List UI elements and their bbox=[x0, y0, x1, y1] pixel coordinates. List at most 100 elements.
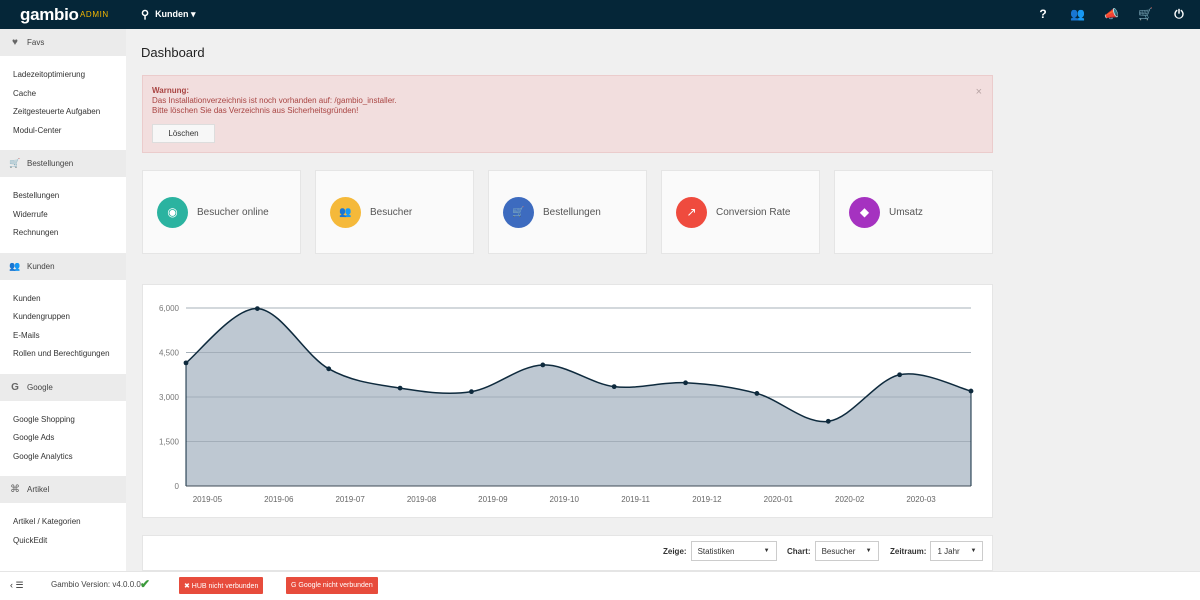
cart-icon: 🛒 bbox=[503, 196, 534, 228]
data-point bbox=[825, 418, 831, 424]
sidebar-item-modul-center[interactable]: Modul-Center bbox=[13, 122, 126, 141]
heart-icon: ♥ bbox=[12, 37, 18, 48]
google-icon: G bbox=[11, 381, 19, 393]
users-icon: 👥 bbox=[9, 260, 21, 271]
x-tick-label: 2019-11 bbox=[621, 495, 650, 504]
data-point bbox=[540, 362, 546, 368]
sidebar-list-artikel: Artikel / Kategorien QuickEdit bbox=[0, 503, 126, 560]
sidebar-item-quickedit[interactable]: QuickEdit bbox=[13, 532, 126, 551]
data-point bbox=[183, 360, 189, 366]
sidebar-toggle-icon[interactable]: ‹ ☰ bbox=[10, 580, 24, 591]
sidebar-item-kunden[interactable]: Kunden bbox=[13, 290, 126, 309]
gambio-version: Gambio Version: v4.0.0.0 bbox=[51, 580, 141, 589]
sidebar-section-artikel[interactable]: ⌘ Artikel bbox=[0, 476, 126, 503]
sidebar-item-google-shopping[interactable]: Google Shopping bbox=[13, 411, 126, 430]
zeitraum-value: 1 Jahr bbox=[937, 546, 960, 556]
alert-heading: Warnung: bbox=[152, 86, 190, 95]
zeitraum-label: Zeitraum: bbox=[890, 546, 927, 556]
sidebar-section-title: Google bbox=[27, 382, 53, 392]
chart-label: Chart: bbox=[787, 546, 811, 556]
zeige-label: Zeige: bbox=[663, 546, 687, 556]
sidebar-item-artikel-kategorien[interactable]: Artikel / Kategorien bbox=[13, 513, 126, 532]
sidebar-list-bestellungen: Bestellungen Widerrufe Rechnungen bbox=[0, 177, 126, 253]
data-point bbox=[968, 388, 974, 394]
sitemap-icon: ⌘ bbox=[10, 484, 20, 495]
stat-label: Conversion Rate bbox=[716, 206, 791, 218]
sidebar-list-favs: Ladezeitoptimierung Cache Zeitgesteuerte… bbox=[0, 56, 126, 150]
y-tick-label: 4,500 bbox=[159, 349, 180, 358]
search-scope-selector[interactable]: ⚲ Kunden ▾ bbox=[141, 8, 196, 21]
diamond-icon: ◆ bbox=[849, 196, 880, 228]
power-icon[interactable]: ⏻ bbox=[1172, 6, 1186, 22]
visitors-chart: 0 1,500 3,000 4,500 6,000 2019-05 2019-06 2019-… bbox=[159, 304, 974, 504]
sidebar-item-rechnungen[interactable]: Rechnungen bbox=[13, 224, 126, 243]
stat-card-besucher-online[interactable]: ◉ Besucher online bbox=[142, 170, 301, 254]
data-point bbox=[397, 385, 403, 391]
sidebar-item-widerrufe[interactable]: Widerrufe bbox=[13, 206, 126, 225]
sidebar-list-kunden: Kunden Kundengruppen E-Mails Rollen und … bbox=[0, 280, 126, 374]
hub-status-badge[interactable]: ✖ HUB nicht verbunden bbox=[179, 577, 264, 594]
data-point bbox=[611, 384, 617, 390]
sidebar-item-zeitgesteuerte-aufgaben[interactable]: Zeitgesteuerte Aufgaben bbox=[13, 103, 126, 122]
x-tick-label: 2019-12 bbox=[692, 495, 722, 504]
cart-icon: 🛒 bbox=[9, 158, 21, 168]
help-icon[interactable]: ? bbox=[1036, 6, 1050, 22]
stat-card-conversion-rate[interactable]: ↗ Conversion Rate bbox=[661, 170, 820, 254]
stat-label: Umsatz bbox=[889, 206, 923, 218]
alert-message-line-2: Bitte löschen Sie das Verzeichnis aus Si… bbox=[152, 106, 359, 115]
sidebar-item-bestellungen[interactable]: Bestellungen bbox=[13, 187, 126, 206]
stat-label: Besucher online bbox=[197, 206, 269, 218]
x-tick-label: 2019-05 bbox=[193, 495, 223, 504]
zeige-select[interactable]: Statistiken ▼ bbox=[690, 541, 777, 561]
stat-card-besucher[interactable]: 👥 Besucher bbox=[315, 170, 474, 254]
data-point bbox=[326, 366, 332, 372]
x-tick-label: 2020-03 bbox=[906, 495, 936, 504]
stat-label: Besucher bbox=[370, 206, 413, 218]
google-status-badge[interactable]: G Google nicht verbunden bbox=[286, 577, 378, 594]
cart-icon[interactable]: 🛒 bbox=[1138, 6, 1153, 22]
sidebar-item-rollen[interactable]: Rollen und Berechtigungen bbox=[13, 345, 126, 364]
x-tick-label: 2019-06 bbox=[264, 495, 294, 504]
sidebar-section-google[interactable]: G Google bbox=[0, 373, 126, 401]
megaphone-icon[interactable]: 📣 bbox=[1104, 6, 1119, 22]
caret-down-icon: ▼ bbox=[763, 548, 770, 554]
y-tick-label: 0 bbox=[175, 482, 180, 491]
chart-select[interactable]: Besucher ▼ bbox=[814, 541, 879, 561]
visitors-chart-card: 0 1,500 3,000 4,500 6,000 2019-05 2019-06 2019-… bbox=[142, 284, 993, 518]
stat-card-bestellungen[interactable]: 🛒 Bestellungen bbox=[488, 170, 647, 254]
sidebar-section-kunden[interactable]: 👥 Kunden bbox=[0, 252, 126, 280]
filter-chart: Chart: Besucher ▼ bbox=[787, 541, 879, 561]
data-point bbox=[683, 380, 688, 386]
sidebar-section-title: Kunden bbox=[27, 261, 55, 271]
filter-zeige: Zeige: Statistiken ▼ bbox=[663, 541, 777, 561]
x-tick-label: 2019-09 bbox=[478, 495, 508, 504]
admin-label: ADMIN bbox=[80, 10, 109, 19]
close-icon[interactable]: × bbox=[976, 86, 982, 98]
zeitraum-select[interactable]: 1 Jahr ▼ bbox=[930, 541, 984, 561]
search-icon: ⚲ bbox=[141, 9, 150, 21]
zeige-value: Statistiken bbox=[697, 546, 735, 556]
sidebar-item-google-analytics[interactable]: Google Analytics bbox=[13, 448, 126, 467]
caret-down-icon: ▼ bbox=[970, 548, 977, 554]
footer-bar: ‹ ☰ Gambio Version: v4.0.0.0 ✔ ✖ HUB nic… bbox=[0, 571, 1200, 600]
sidebar-item-cache[interactable]: Cache bbox=[13, 85, 126, 104]
sidebar-section-favs[interactable]: ♥ Favs bbox=[0, 29, 126, 56]
dashboard-gauge-icon: ◉ bbox=[157, 196, 188, 228]
users-icon: 👥 bbox=[330, 196, 361, 228]
sidebar-item-kundengruppen[interactable]: Kundengruppen bbox=[13, 308, 126, 327]
sidebar-section-bestellungen[interactable]: 🛒 Bestellungen bbox=[0, 150, 126, 177]
x-tick-label: 2019-10 bbox=[550, 495, 580, 504]
sidebar-item-google-ads[interactable]: Google Ads bbox=[13, 429, 126, 448]
gambio-logo[interactable]: gambio bbox=[20, 5, 79, 25]
delete-installer-button[interactable]: Löschen bbox=[152, 124, 215, 143]
line-chart-icon: ↗ bbox=[676, 196, 707, 228]
y-tick-label: 1,500 bbox=[159, 438, 180, 447]
sidebar-item-e-mails[interactable]: E-Mails bbox=[13, 327, 126, 346]
customers-icon[interactable]: 👥 bbox=[1070, 6, 1085, 22]
stat-card-umsatz[interactable]: ◆ Umsatz bbox=[834, 170, 993, 254]
sidebar-section-title: Bestellungen bbox=[27, 159, 74, 168]
sidebar-section-title: Favs bbox=[27, 38, 45, 47]
data-point bbox=[469, 389, 474, 395]
y-tick-label: 6,000 bbox=[159, 304, 180, 313]
sidebar-item-ladezeitoptimierung[interactable]: Ladezeitoptimierung bbox=[13, 66, 126, 85]
